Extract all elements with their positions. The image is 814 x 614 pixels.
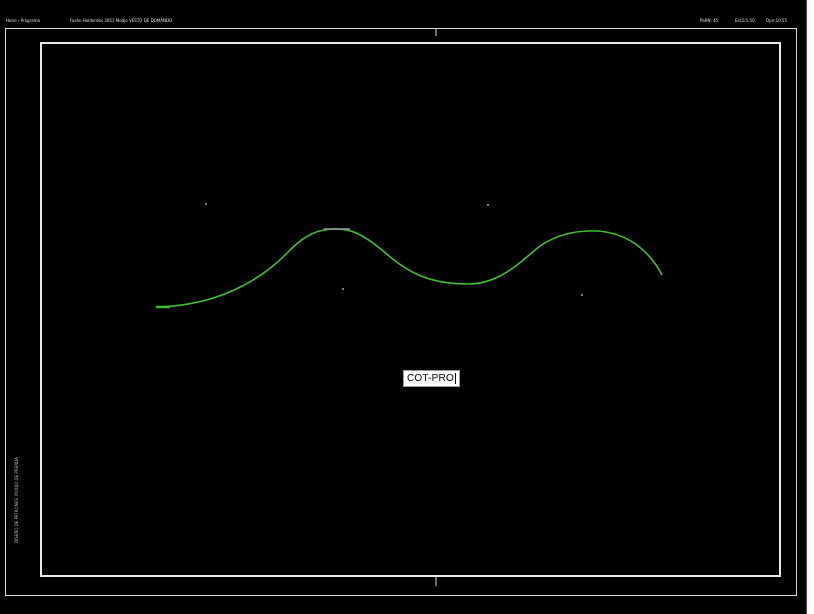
cad-application: Henn › Programa Fashn Holderdes 3051 Mod… xyxy=(0,0,814,614)
reference-point xyxy=(487,204,489,206)
window-edge xyxy=(807,0,814,614)
command-input-text: COT-PRO xyxy=(407,373,454,384)
reference-point xyxy=(205,203,207,205)
pattern-curve[interactable] xyxy=(155,228,663,308)
reference-point xyxy=(342,288,344,290)
reference-point xyxy=(581,294,583,296)
text-caret xyxy=(454,373,456,384)
command-input[interactable]: COT-PRO xyxy=(403,370,460,387)
drawing-canvas[interactable] xyxy=(0,0,814,614)
